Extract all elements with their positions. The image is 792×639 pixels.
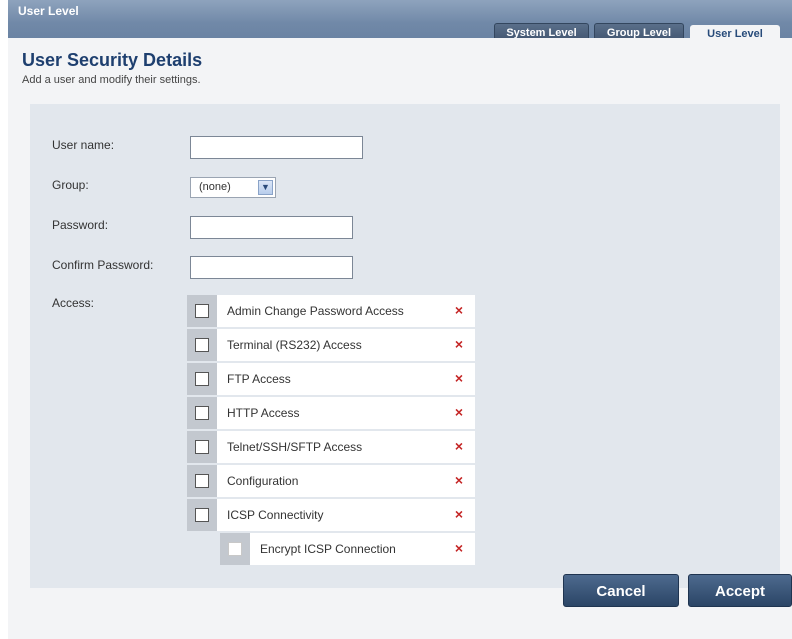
access-row-ftp: FTP Access ×	[187, 363, 475, 395]
username-label: User name:	[52, 138, 115, 152]
confirm-password-input[interactable]	[190, 256, 353, 279]
username-input[interactable]	[190, 136, 363, 159]
access-row-label: ICSP Connectivity	[227, 508, 324, 522]
terminal-access-checkbox[interactable]	[195, 338, 209, 352]
x-icon: ×	[454, 540, 463, 556]
x-icon: ×	[454, 302, 463, 318]
access-row-label: Configuration	[227, 474, 299, 488]
accept-button[interactable]: Accept	[688, 574, 792, 607]
access-row-telnet-ssh-sftp: Telnet/SSH/SFTP Access ×	[187, 431, 475, 463]
access-row-encrypt-icsp: Encrypt ICSP Connection ×	[220, 533, 475, 565]
x-icon: ×	[454, 404, 463, 420]
ftp-access-checkbox[interactable]	[195, 372, 209, 386]
group-select-value: (none)	[199, 181, 231, 193]
cancel-button[interactable]: Cancel	[563, 574, 679, 607]
chevron-down-icon[interactable]: ▼	[258, 180, 273, 195]
access-row-label: Telnet/SSH/SFTP Access	[227, 440, 363, 454]
x-icon: ×	[454, 336, 463, 352]
x-icon: ×	[454, 438, 463, 454]
group-select[interactable]: (none) ▼	[190, 177, 276, 198]
x-icon: ×	[454, 370, 463, 386]
group-label: Group:	[52, 178, 89, 192]
access-row-label: Encrypt ICSP Connection	[260, 542, 396, 556]
access-label: Access:	[52, 296, 95, 310]
access-row-label: Admin Change Password Access	[227, 304, 404, 318]
user-form: User name: Group: (none) ▼ Password: Con…	[30, 104, 780, 588]
page-subtitle: Add a user and modify their settings.	[22, 74, 201, 86]
access-row-http: HTTP Access ×	[187, 397, 475, 429]
icsp-connectivity-checkbox[interactable]	[195, 508, 209, 522]
configuration-checkbox[interactable]	[195, 474, 209, 488]
window-title: User Level	[18, 4, 79, 18]
x-icon: ×	[454, 472, 463, 488]
access-row-label: Terminal (RS232) Access	[227, 338, 362, 352]
admin-change-password-checkbox[interactable]	[195, 304, 209, 318]
access-row-admin-change-password: Admin Change Password Access ×	[187, 295, 475, 327]
http-access-checkbox[interactable]	[195, 406, 209, 420]
password-input[interactable]	[190, 216, 353, 239]
access-row-label: HTTP Access	[227, 406, 300, 420]
x-icon: ×	[454, 506, 463, 522]
telnet-ssh-sftp-checkbox[interactable]	[195, 440, 209, 454]
encrypt-icsp-checkbox[interactable]	[228, 542, 242, 556]
page-title: User Security Details	[22, 50, 203, 70]
access-row-configuration: Configuration ×	[187, 465, 475, 497]
access-row-label: FTP Access	[227, 372, 291, 386]
password-label: Password:	[52, 218, 109, 232]
access-row-icsp-connectivity: ICSP Connectivity ×	[187, 499, 475, 531]
access-row-terminal: Terminal (RS232) Access ×	[187, 329, 475, 361]
content-panel: User Security Details Add a user and mod…	[8, 38, 792, 639]
confirm-password-label: Confirm Password:	[52, 258, 154, 272]
